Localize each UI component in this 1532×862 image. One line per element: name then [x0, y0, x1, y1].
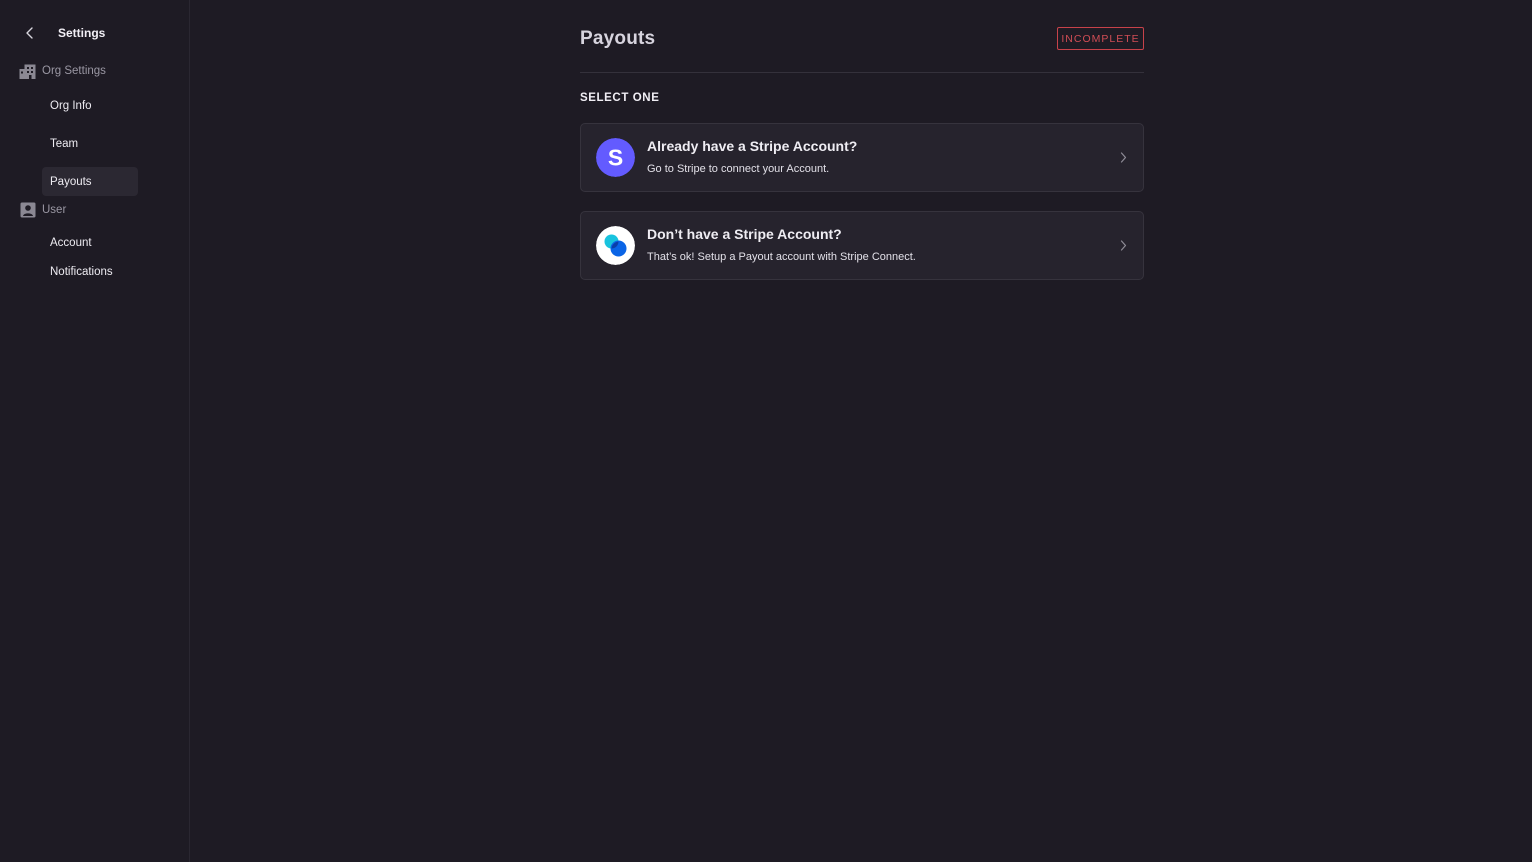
page-title: Payouts	[580, 28, 656, 49]
sidebar-item-team[interactable]: Team	[42, 129, 138, 158]
app: Settings Org Settings Org Info Team Payo…	[0, 0, 1532, 862]
sidebar-item-label: Notifications	[50, 265, 113, 278]
sidebar-title: Settings	[58, 26, 106, 40]
status-badge: INCOMPLETE	[1057, 27, 1144, 50]
divider	[580, 72, 1144, 73]
sidebar-item-notifications[interactable]: Notifications	[42, 257, 138, 286]
chevron-right-icon	[1117, 238, 1129, 252]
svg-text:S: S	[608, 145, 623, 171]
section-label: SELECT ONE	[580, 92, 660, 104]
sidebar-item-label: Team	[50, 137, 79, 150]
stripe-s-logo-icon: S	[596, 138, 635, 177]
sidebar-section-label: User	[42, 204, 67, 216]
stripe-connect-logo-icon	[596, 226, 635, 265]
sidebar-item-label: Org Info	[50, 99, 92, 112]
sidebar-section-label: Org Settings	[42, 65, 106, 77]
option-title: Don’t have a Stripe Account?	[647, 226, 842, 242]
option-card-connect-existing-stripe[interactable]: S Already have a Stripe Account? Go to S…	[580, 123, 1144, 192]
option-description: That’s ok! Setup a Payout account with S…	[647, 251, 916, 263]
option-description: Go to Stripe to connect your Account.	[647, 163, 830, 175]
sidebar-item-label: Account	[50, 236, 92, 249]
sidebar-item-label: Payouts	[50, 175, 92, 188]
chevron-right-icon	[1117, 150, 1129, 164]
user-badge-icon	[19, 202, 36, 218]
building-icon	[19, 63, 36, 79]
sidebar-item-account[interactable]: Account	[42, 228, 138, 257]
back-button[interactable]	[18, 22, 42, 44]
sidebar: Settings Org Settings Org Info Team Payo…	[0, 0, 190, 862]
option-card-setup-stripe-connect[interactable]: Don’t have a Stripe Account? That’s ok! …	[580, 211, 1144, 280]
sidebar-item-org-info[interactable]: Org Info	[42, 91, 138, 120]
chevron-left-icon	[26, 27, 33, 39]
option-title: Already have a Stripe Account?	[647, 138, 858, 154]
sidebar-header: Settings	[18, 22, 105, 44]
sidebar-item-payouts[interactable]: Payouts	[42, 167, 138, 196]
sidebar-section-user: User	[19, 202, 66, 218]
sidebar-section-org-settings: Org Settings	[19, 63, 106, 79]
